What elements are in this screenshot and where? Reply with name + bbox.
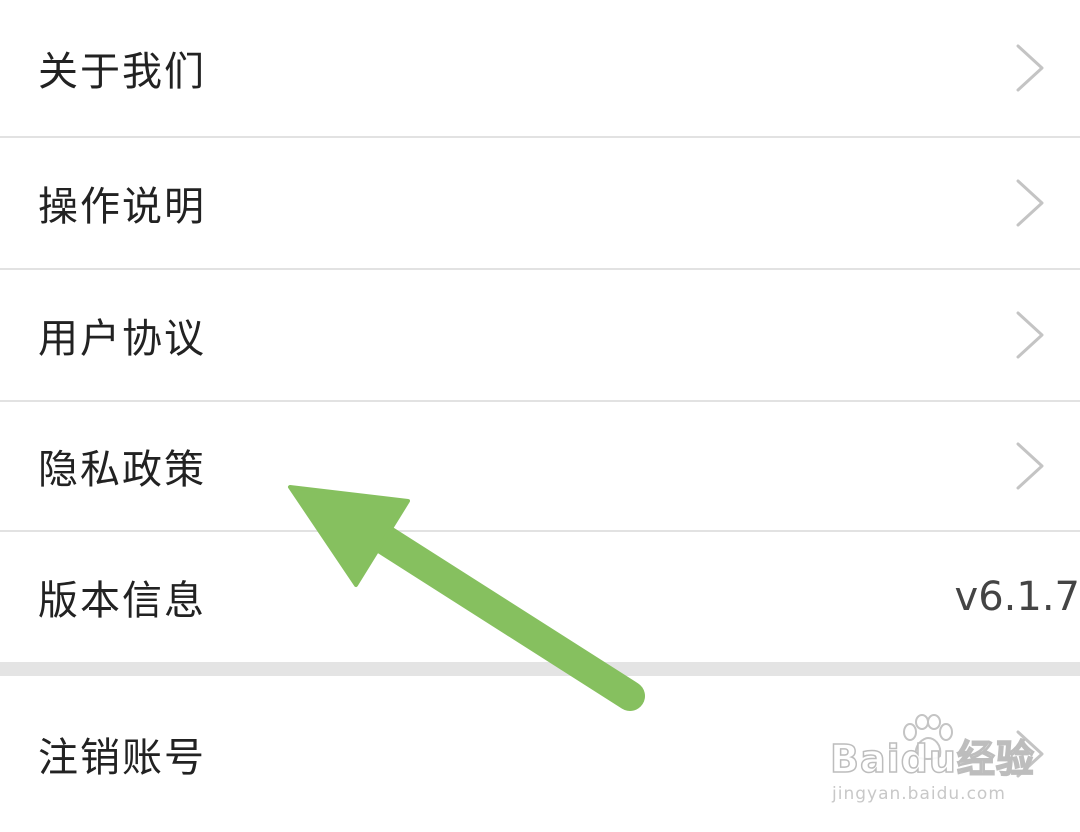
settings-screen: 关于我们 操作说明 用户协议 隐私政策 版本信息 v6.1.7 注销账号 Bai…: [0, 0, 1080, 832]
section-separator: [0, 662, 1080, 676]
chevron-right-icon: [1016, 44, 1044, 92]
menu-item-user-agreement[interactable]: 用户协议: [0, 270, 1080, 400]
menu-item-label: 用户协议: [38, 316, 206, 362]
chevron-right-icon: [1016, 179, 1044, 227]
chevron-right-icon: [1016, 730, 1044, 778]
menu-item-version-info[interactable]: 版本信息 v6.1.7: [0, 532, 1080, 662]
menu-item-about-us[interactable]: 关于我们: [0, 0, 1080, 136]
menu-item-label: 关于我们: [38, 49, 206, 95]
menu-item-label: 版本信息: [38, 578, 206, 624]
menu-item-label: 隐私政策: [38, 447, 206, 493]
chevron-right-icon: [1016, 442, 1044, 490]
menu-item-privacy-policy[interactable]: 隐私政策: [0, 402, 1080, 530]
chevron-right-icon: [1016, 311, 1044, 359]
menu-item-delete-account[interactable]: 注销账号: [0, 676, 1080, 832]
menu-item-label: 注销账号: [38, 735, 206, 781]
version-value: v6.1.7: [954, 574, 1080, 620]
menu-item-instructions[interactable]: 操作说明: [0, 138, 1080, 268]
menu-item-label: 操作说明: [38, 184, 206, 230]
